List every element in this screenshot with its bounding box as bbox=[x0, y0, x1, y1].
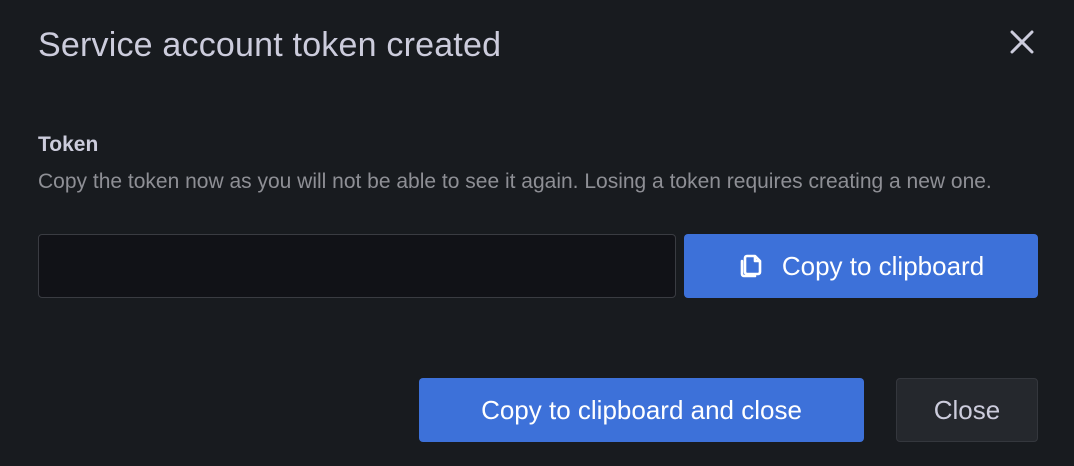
close-icon bbox=[1010, 30, 1034, 54]
modal-close-button[interactable] bbox=[1004, 24, 1040, 60]
token-description: Copy the token now as you will not be ab… bbox=[38, 170, 992, 193]
close-button[interactable]: Close bbox=[896, 378, 1038, 442]
copy-and-close-label: Copy to clipboard and close bbox=[481, 394, 802, 425]
copy-and-close-button[interactable]: Copy to clipboard and close bbox=[419, 378, 864, 442]
token-label: Token bbox=[38, 133, 99, 156]
close-button-label: Close bbox=[933, 394, 1001, 425]
copy-to-clipboard-button[interactable]: Copy to clipboard bbox=[684, 234, 1038, 298]
token-input[interactable] bbox=[38, 234, 676, 298]
token-created-modal: Service account token created Token Copy… bbox=[0, 0, 1074, 466]
modal-title: Service account token created bbox=[38, 26, 502, 64]
copy-button-label: Copy to clipboard bbox=[781, 250, 985, 281]
copy-icon bbox=[738, 253, 764, 279]
